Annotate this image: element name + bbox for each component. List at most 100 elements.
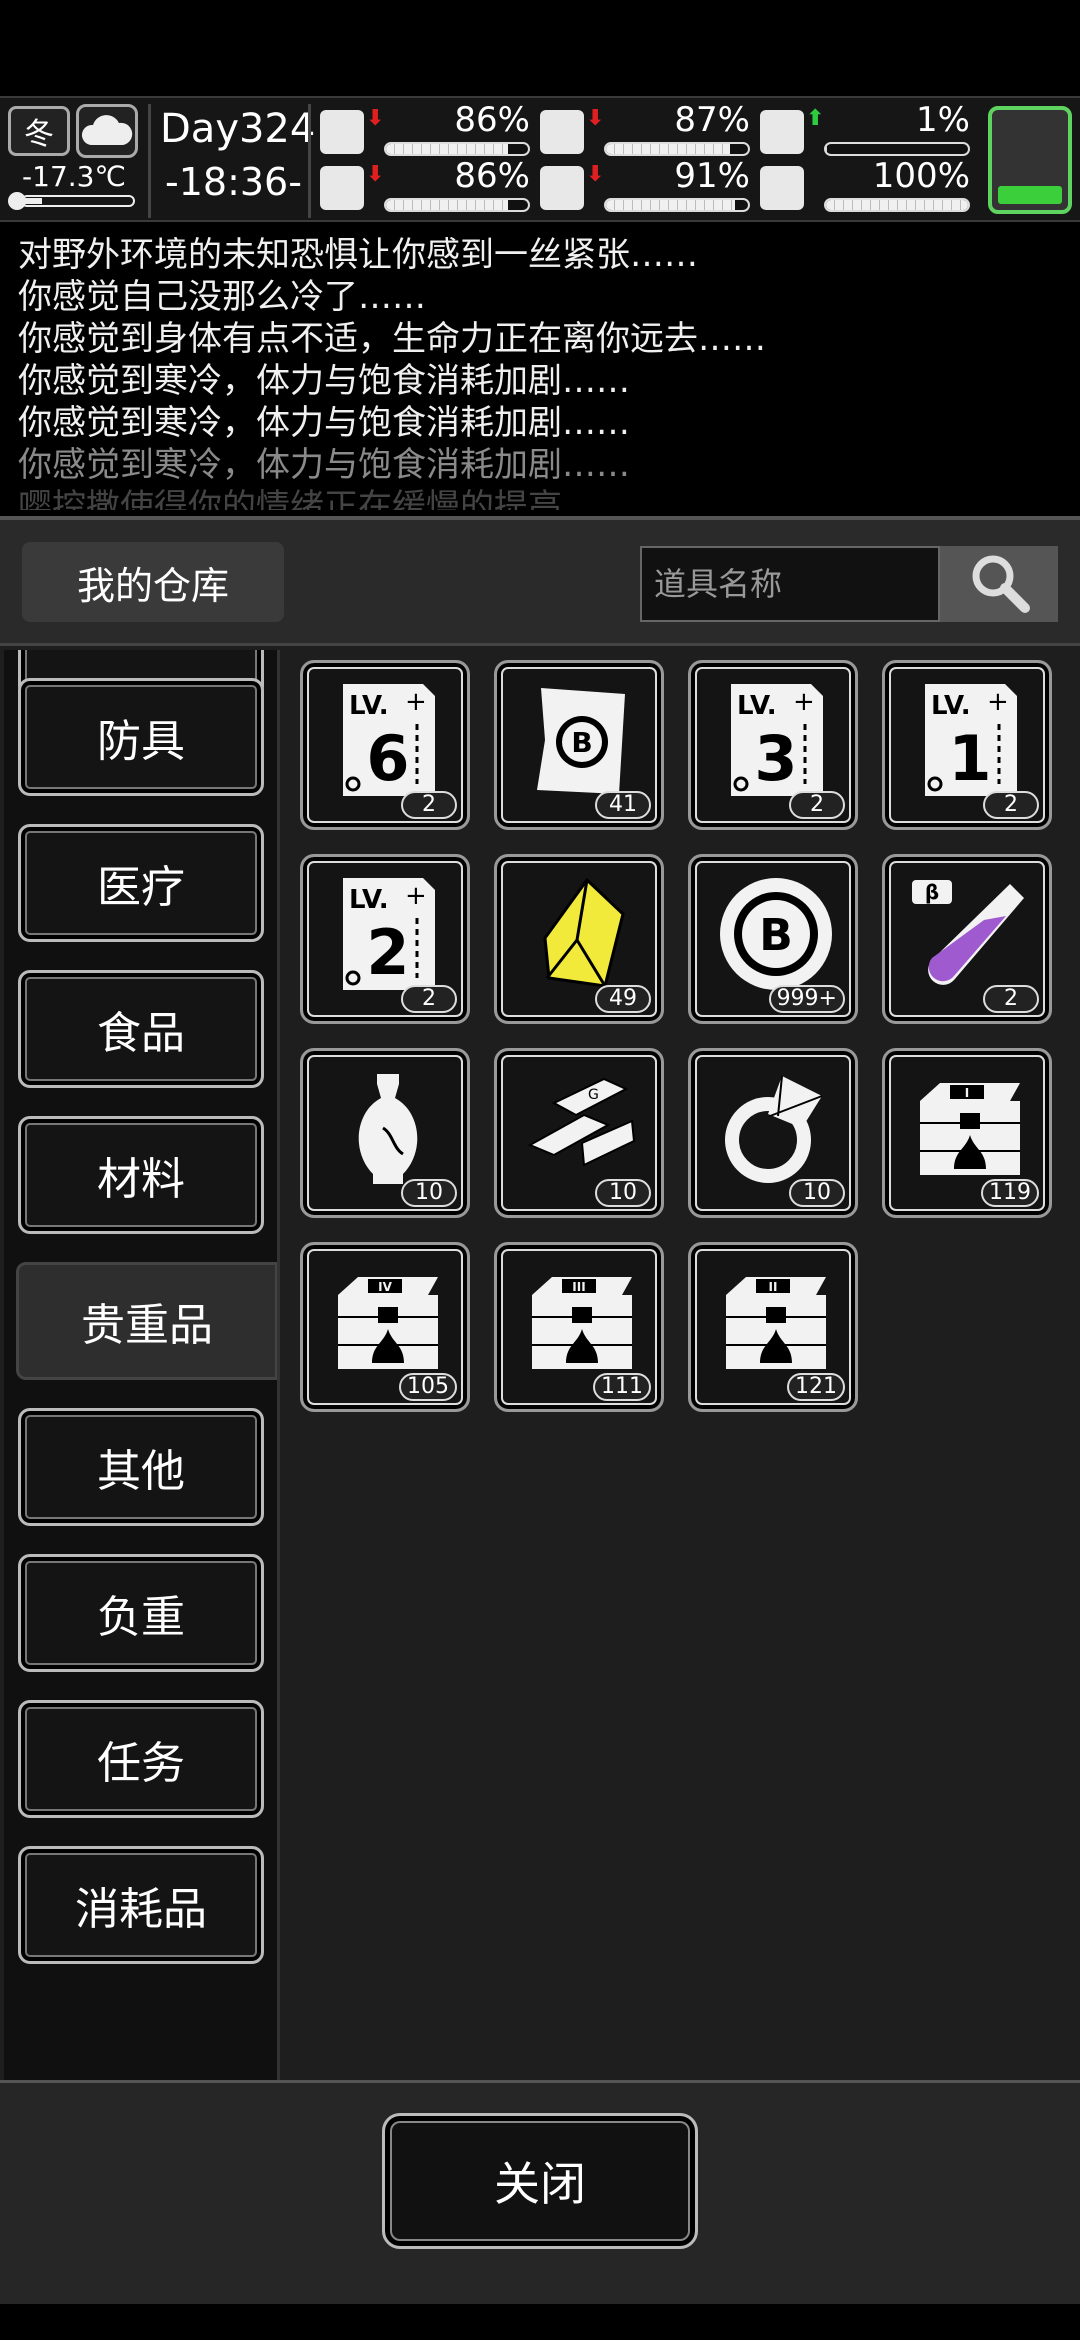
book-level-label: LV. (931, 691, 971, 721)
boot-icon (320, 166, 364, 210)
item-count-badge: 49 (595, 985, 651, 1013)
stat-value: 91% (674, 156, 750, 196)
vase-icon (327, 1067, 449, 1189)
inventory-slot[interactable]: 10 (300, 1048, 470, 1218)
skill-book-icon: LV. +6 (327, 679, 449, 801)
inventory-slot[interactable]: IV 105 (300, 1242, 470, 1412)
gold-bar-icon: G (521, 1067, 643, 1189)
inventory-slot[interactable]: 10 (688, 1048, 858, 1218)
item-count-badge: 41 (595, 791, 651, 819)
inventory-slot[interactable]: LV. +2 2 (300, 854, 470, 1024)
stat-medkit: ⬇ 86% (320, 100, 530, 160)
category-sidebar[interactable]: 防具医疗食品材料贵重品其他负重任务消耗品 (4, 650, 280, 2080)
stat-value: 87% (674, 100, 750, 140)
inventory-slot[interactable]: LV. +6 2 (300, 660, 470, 830)
stat-bar (604, 198, 750, 212)
stat-water-drop: ⬇ 91% (540, 156, 750, 216)
item-count-badge: 999+ (768, 985, 845, 1013)
crate-icon: IV (327, 1261, 449, 1383)
category-item[interactable]: 负重 (18, 1554, 264, 1672)
day-counter: Day324 (160, 106, 316, 152)
inventory-slot[interactable]: β2 (882, 854, 1052, 1024)
svg-text:β: β (925, 880, 939, 904)
svg-text:II: II (769, 1280, 778, 1294)
category-item[interactable]: 任务 (18, 1700, 264, 1818)
inventory-slot[interactable]: B 41 (494, 660, 664, 830)
inventory-slot[interactable]: II 121 (688, 1242, 858, 1412)
stat-value: 1% (916, 100, 970, 140)
item-count-badge: 2 (983, 791, 1039, 819)
ring-icon (715, 1067, 837, 1189)
arrow-down-icon: ⬇ (586, 106, 605, 131)
inventory-slot[interactable]: G 10 (494, 1048, 664, 1218)
item-count-badge: 111 (593, 1373, 651, 1401)
category-item[interactable]: 贵重品 (16, 1262, 277, 1380)
item-count-badge: 10 (401, 1179, 457, 1207)
search-button[interactable] (940, 546, 1058, 622)
warehouse-header: 我的仓库 道具名称 (0, 520, 1080, 646)
category-item[interactable]: 医疗 (18, 824, 264, 942)
item-count-badge: 119 (981, 1179, 1039, 1207)
stat-infection: ⬆ 1% (760, 100, 970, 160)
category-item[interactable]: 消耗品 (18, 1846, 264, 1964)
stat-stomach: ⬇ 87% (540, 100, 750, 160)
message-log: 对野外环境的未知恐惧让你感到一丝紧张…… 你感觉自己没那么冷了…… 你感觉到身体… (0, 226, 1080, 510)
close-button[interactable]: 关闭 (382, 2113, 698, 2249)
arrow-up-icon: ⬆ (806, 106, 825, 131)
inventory-slot[interactable]: III 111 (494, 1242, 664, 1412)
svg-text:G: G (588, 1087, 599, 1103)
item-count-badge: 10 (789, 1179, 845, 1207)
book-level-label: LV. (737, 691, 777, 721)
inventory-slot[interactable]: LV. +3 2 (688, 660, 858, 830)
book-level-number: 6 (366, 722, 409, 795)
log-line: 你感觉到寒冷，体力与饱食消耗加剧…… (18, 445, 630, 485)
item-count-badge: 2 (401, 791, 457, 819)
stat-heart: 100% (760, 156, 970, 216)
skill-book-icon: LV. +3 (715, 679, 837, 801)
heart-icon (760, 166, 804, 210)
crate-icon: I (909, 1067, 1031, 1189)
log-line: 你感觉到寒冷，体力与饱食消耗加剧…… (18, 403, 630, 443)
inventory-slot[interactable]: LV. +1 2 (882, 660, 1052, 830)
search-icon (967, 550, 1031, 618)
item-count-badge: 2 (983, 985, 1039, 1013)
category-item[interactable]: 食品 (18, 970, 264, 1088)
book-level-label: LV. (349, 885, 389, 915)
category-item[interactable]: 材料 (18, 1116, 264, 1234)
arrow-down-icon: ⬇ (366, 162, 385, 187)
infection-icon (760, 110, 804, 154)
category-item[interactable]: 防具 (18, 678, 264, 796)
clock: -18:36- (165, 160, 302, 204)
thermometer-icon (6, 190, 138, 212)
stat-bar (824, 198, 970, 212)
stat-bar (824, 142, 970, 156)
log-line: 你感觉自己没那么冷了…… (18, 277, 426, 317)
crate-icon: II (715, 1261, 837, 1383)
item-count-badge: 2 (789, 791, 845, 819)
book-level-number: 2 (366, 916, 409, 989)
book-level-label: LV. (349, 691, 389, 721)
stat-value: 100% (872, 156, 970, 196)
stat-bar (384, 142, 530, 156)
item-count-badge: 10 (595, 1179, 651, 1207)
skill-book-icon: LV. +2 (327, 873, 449, 995)
log-line: 你感觉到身体有点不适，生命力正在离你远去…… (18, 319, 766, 359)
svg-text:+: + (987, 687, 1009, 717)
arrow-down-icon: ⬇ (366, 106, 385, 131)
footer-bar: 关闭 (0, 2080, 1080, 2304)
svg-text:I: I (965, 1086, 969, 1100)
battery-icon[interactable] (988, 106, 1072, 214)
test-tube-icon: β (909, 873, 1031, 995)
tab-my-warehouse[interactable]: 我的仓库 (22, 542, 284, 622)
temperature-readout: -17.3℃ (22, 160, 126, 193)
crate-icon: III (521, 1261, 643, 1383)
inventory-slot[interactable]: 49 (494, 854, 664, 1024)
inventory-slot[interactable]: B 999+ (688, 854, 858, 1024)
yellow-crystal-icon (521, 873, 643, 995)
svg-text:IV: IV (378, 1280, 392, 1294)
item-search-input[interactable]: 道具名称 (640, 546, 940, 622)
category-item[interactable]: 其他 (18, 1408, 264, 1526)
cloud-icon (76, 104, 138, 158)
inventory-slot[interactable]: I 119 (882, 1048, 1052, 1218)
log-line: 对野外环境的未知恐惧让你感到一丝紧张…… (18, 235, 698, 275)
